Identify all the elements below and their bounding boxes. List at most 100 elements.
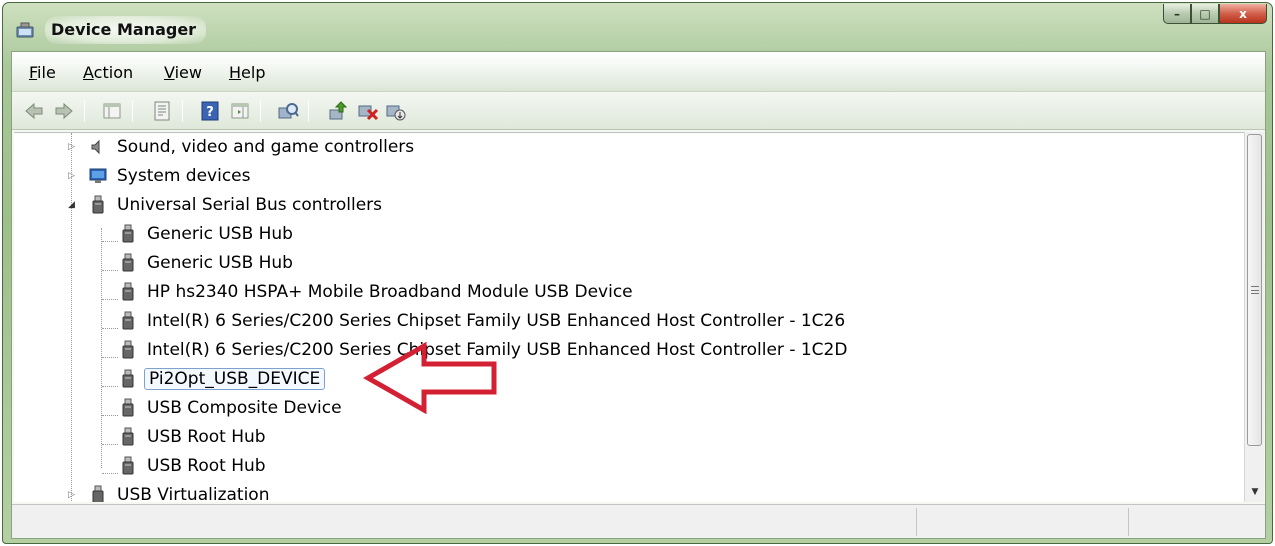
action-pane-icon <box>231 103 249 119</box>
annotation-arrow-icon <box>362 342 497 414</box>
update-driver-button[interactable] <box>326 100 350 122</box>
properties-button[interactable] <box>150 100 174 122</box>
usb-icon <box>118 339 138 361</box>
tree-category-sound[interactable]: ▷ Sound, video and game controllers <box>68 134 417 160</box>
usb-icon <box>88 194 108 216</box>
forward-icon <box>55 102 73 120</box>
usb-icon <box>118 252 138 274</box>
tree-category-label: Universal Serial Bus controllers <box>117 195 383 215</box>
tree-device-item[interactable]: USB Root Hub <box>118 424 269 450</box>
toolbar-separator <box>308 100 309 122</box>
tree-category-usb-virtualization[interactable]: ▷ USB Virtualization <box>68 482 272 502</box>
menu-file[interactable]: File <box>29 63 56 82</box>
tree-category-usb-controllers[interactable]: ◢ Universal Serial Bus controllers <box>68 192 385 218</box>
tree-device-item[interactable]: Intel(R) 6 Series/C200 Series Chipset Fa… <box>118 308 848 334</box>
show-hide-console-tree-button[interactable] <box>100 100 124 122</box>
device-manager-icon <box>15 21 35 41</box>
action-pane-button[interactable] <box>228 100 252 122</box>
maximize-button[interactable]: □ <box>1191 4 1219 24</box>
help-button[interactable]: ? <box>198 100 222 122</box>
tree-device-item[interactable]: USB Composite Device <box>118 395 345 421</box>
speaker-icon <box>88 136 108 158</box>
back-button[interactable] <box>22 100 46 122</box>
scroll-down-arrow-icon[interactable]: ▼ <box>1248 485 1262 499</box>
tree-device-label: Generic USB Hub <box>147 224 293 244</box>
usb-icon <box>118 455 138 477</box>
caption-buttons: – □ x <box>1163 4 1267 24</box>
tree-device-label: Intel(R) 6 Series/C200 Series Chipset Fa… <box>147 311 846 331</box>
status-bar <box>12 504 1265 538</box>
tree-connector <box>102 328 118 329</box>
tree-connector <box>102 270 118 271</box>
tree-device-label: USB Root Hub <box>147 456 266 476</box>
usb-icon <box>118 281 138 303</box>
scan-hardware-icon <box>278 103 299 119</box>
tree-device-item[interactable]: USB Root Hub <box>118 453 269 479</box>
minimize-button[interactable]: – <box>1163 4 1191 24</box>
tree-device-item-selected[interactable]: Pi2Opt_USB_DEVICE <box>118 366 326 392</box>
status-pane <box>1128 508 1265 536</box>
collapse-arrow-icon[interactable]: ◢ <box>68 200 78 210</box>
tree-device-label: USB Composite Device <box>147 398 342 418</box>
expand-arrow-icon[interactable]: ▷ <box>68 171 78 181</box>
tree-device-item[interactable]: Generic USB Hub <box>118 221 296 247</box>
close-icon: x <box>1239 6 1247 21</box>
disable-button[interactable] <box>384 100 408 122</box>
expand-arrow-icon[interactable]: ▷ <box>68 490 78 500</box>
device-tree[interactable]: ▷ Sound, video and game controllers ▷ Sy… <box>14 132 1244 502</box>
tree-connector <box>102 299 118 300</box>
minimize-icon: – <box>1174 6 1180 21</box>
expand-arrow-icon[interactable]: ▷ <box>68 142 78 152</box>
close-button[interactable]: x <box>1219 4 1267 24</box>
menu-view[interactable]: View <box>164 63 202 82</box>
tree-category-label: System devices <box>117 166 251 186</box>
help-icon: ? <box>201 101 219 121</box>
tree-connector <box>102 386 118 387</box>
uninstall-icon <box>358 105 379 121</box>
properties-icon <box>154 101 170 121</box>
usb-icon <box>118 426 138 448</box>
device-manager-window: Device Manager – □ x File Action View He… <box>2 2 1273 544</box>
scrollbar-thumb[interactable] <box>1247 134 1262 446</box>
scan-hardware-button[interactable] <box>276 100 300 122</box>
client-area: File Action View Help ? ▷ Sound, video a… <box>11 51 1266 539</box>
tree-connector <box>101 228 102 468</box>
vertical-scrollbar[interactable]: ▼ <box>1244 132 1264 502</box>
tree-device-item[interactable]: HP hs2340 HSPA+ Mobile Broadband Module … <box>118 279 636 305</box>
usb-icon <box>118 310 138 332</box>
tree-device-label: USB Root Hub <box>147 427 266 447</box>
disable-icon <box>386 105 406 121</box>
tree-category-system-devices[interactable]: ▷ System devices <box>68 163 254 189</box>
toolbar-separator <box>260 100 261 122</box>
menu-bar: File Action View Help <box>12 52 1265 92</box>
menu-action[interactable]: Action <box>83 63 133 82</box>
usb-icon <box>118 368 138 390</box>
toolbar-separator <box>182 100 183 122</box>
window-title: Device Manager <box>45 16 207 44</box>
tree-connector <box>102 241 118 242</box>
grip-icon <box>1250 286 1259 294</box>
console-tree-icon <box>103 103 121 119</box>
forward-button[interactable] <box>52 100 76 122</box>
tree-device-label: Pi2Opt_USB_DEVICE <box>144 368 326 390</box>
maximize-icon: □ <box>1199 6 1211 21</box>
tree-device-item[interactable]: Generic USB Hub <box>118 250 296 276</box>
tree-connector <box>102 444 118 445</box>
uninstall-button[interactable] <box>356 100 380 122</box>
menu-help[interactable]: Help <box>229 63 265 82</box>
usb-icon <box>88 484 108 502</box>
usb-icon <box>118 397 138 419</box>
title-bar[interactable]: Device Manager – □ x <box>3 3 1272 49</box>
toolbar-separator <box>84 100 85 122</box>
usb-icon <box>118 223 138 245</box>
tree-category-label: Sound, video and game controllers <box>117 137 415 157</box>
computer-icon <box>88 165 108 187</box>
tree-connector <box>102 415 118 416</box>
toolbar-separator <box>132 100 133 122</box>
tree-category-label: USB Virtualization <box>117 485 270 502</box>
tree-device-label: Generic USB Hub <box>147 253 293 273</box>
tree-connector <box>102 357 118 358</box>
update-driver-icon <box>329 101 348 120</box>
tree-connector <box>102 473 118 474</box>
tree-device-label: HP hs2340 HSPA+ Mobile Broadband Module … <box>147 282 633 302</box>
